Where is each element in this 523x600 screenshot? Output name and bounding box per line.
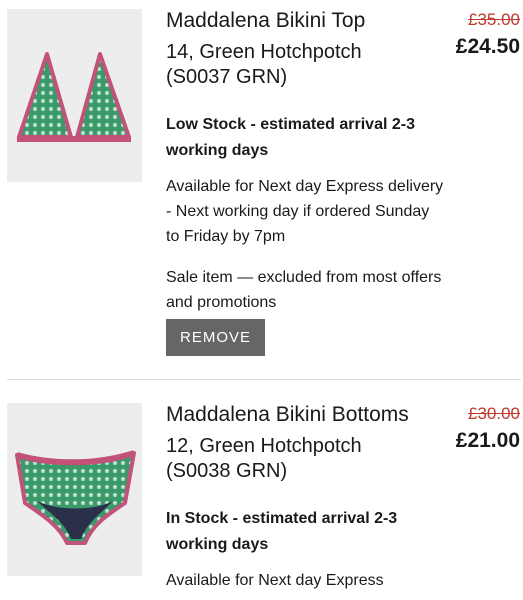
variant-code: (S0037 GRN)	[166, 66, 288, 88]
stock-status: In Stock - estimated arrival 2-3 working…	[166, 510, 398, 553]
remove-button[interactable]: REMOVE	[166, 319, 265, 356]
delivery-info: Available for Next day Express	[166, 572, 384, 589]
price-block: £30.00 £21.00	[456, 404, 520, 454]
product-image-bikini-bottoms[interactable]	[7, 403, 142, 576]
product-image-bikini-top[interactable]	[7, 9, 142, 182]
variant-size-colour: 14, Green Hotchpotch	[166, 41, 362, 63]
delivery-info: Available for Next day Express delivery …	[166, 178, 444, 245]
basket-item: Maddalena Bikini Top 14, Green Hotchpotc…	[0, 0, 523, 382]
bikini-bottoms-illustration	[15, 450, 136, 545]
product-variant: 14, Green Hotchpotch (S0037 GRN)	[166, 40, 446, 90]
sale-price: £21.00	[455, 429, 520, 452]
product-name[interactable]: Maddalena Bikini Top	[166, 8, 446, 34]
stock-status: Low Stock - estimated arrival 2-3 workin…	[166, 116, 415, 159]
item-divider	[7, 379, 521, 380]
original-price: £30.00	[468, 404, 520, 423]
price-block: £35.00 £24.50	[456, 10, 520, 60]
product-variant: 12, Green Hotchpotch (S0038 GRN)	[166, 434, 446, 484]
product-name[interactable]: Maddalena Bikini Bottoms	[166, 402, 446, 428]
bikini-top-illustration	[17, 52, 131, 142]
variant-size-colour: 12, Green Hotchpotch	[166, 435, 362, 457]
variant-code: (S0038 GRN)	[166, 460, 288, 482]
original-price: £35.00	[468, 10, 520, 29]
sale-note: Sale item — excluded from most offers an…	[166, 269, 442, 311]
basket-item: Maddalena Bikini Bottoms 12, Green Hotch…	[0, 382, 523, 600]
sale-price: £24.50	[455, 35, 520, 58]
